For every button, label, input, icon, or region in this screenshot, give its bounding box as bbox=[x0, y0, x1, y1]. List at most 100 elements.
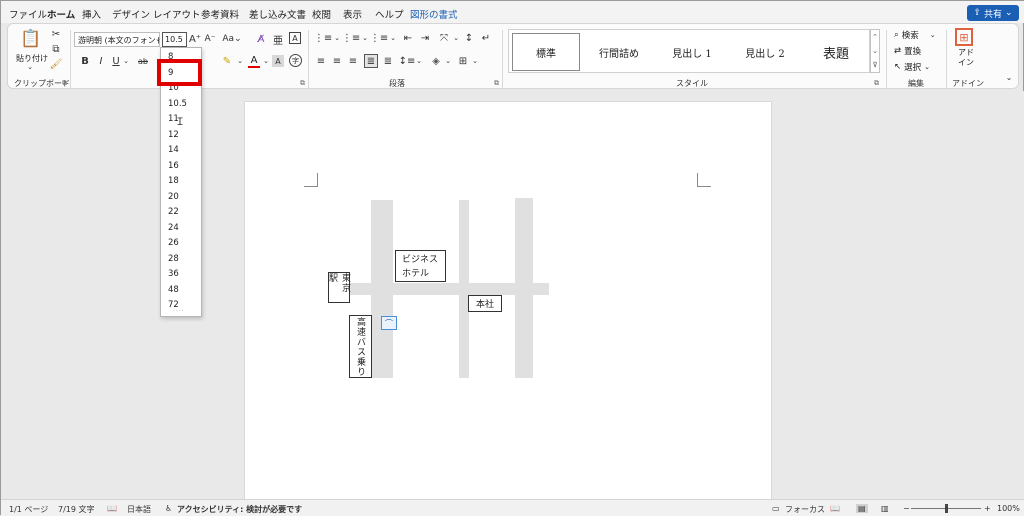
bold-icon[interactable]: B bbox=[80, 55, 90, 67]
select-button[interactable]: ↖ 選択 ⌄ bbox=[894, 61, 930, 73]
highlight-icon[interactable]: ✎ bbox=[220, 55, 234, 67]
font-size-option[interactable]: 12 bbox=[168, 130, 179, 140]
zoom-in-icon[interactable]: + bbox=[984, 504, 991, 513]
read-mode-icon[interactable]: 📖 bbox=[830, 504, 840, 513]
chevron-down-icon[interactable]: ⌄ bbox=[333, 32, 341, 44]
borders-icon[interactable]: ⊞ bbox=[456, 55, 470, 67]
enclose-characters-icon[interactable]: 字 bbox=[289, 54, 302, 67]
character-shading-icon[interactable]: A bbox=[272, 55, 284, 67]
chevron-down-icon[interactable]: ⌄ bbox=[415, 55, 423, 67]
tokyo-station-label[interactable]: 東京駅 bbox=[327, 272, 350, 303]
shading-icon[interactable]: ◈ bbox=[429, 55, 443, 67]
font-size-option[interactable]: 16 bbox=[168, 161, 179, 171]
style-title[interactable]: 表題 bbox=[803, 33, 869, 71]
chevron-down-icon[interactable]: ⌄ bbox=[262, 55, 270, 67]
find-button[interactable]: ⌕ 検索 ⌄ bbox=[894, 29, 936, 41]
chevron-down-icon[interactable]: ⌄ bbox=[452, 32, 460, 44]
more-icon[interactable]: ⊽ bbox=[872, 61, 877, 69]
chevron-down-icon[interactable]: ⌄ bbox=[26, 63, 34, 71]
focus-icon[interactable]: ▭ bbox=[772, 504, 780, 513]
font-color-icon[interactable]: A bbox=[248, 54, 260, 68]
business-hotel-label[interactable]: ビジネス ホテル bbox=[395, 250, 446, 282]
bus-stop-label[interactable]: 高速バス乗り bbox=[349, 315, 372, 378]
show-marks-icon[interactable]: ↵ bbox=[479, 32, 493, 44]
focus-mode-label[interactable]: フォーカス bbox=[785, 504, 825, 515]
document-page[interactable]: 東京駅 ビジネス ホテル 本社 高速バス乗り ⌒ bbox=[244, 101, 772, 501]
font-size-option[interactable]: 36 bbox=[168, 269, 179, 279]
paragraph-launcher-icon[interactable]: ⧉ bbox=[494, 79, 499, 88]
font-size-option[interactable]: 10.5 bbox=[168, 99, 187, 109]
font-size-option[interactable]: 28 bbox=[168, 254, 179, 264]
web-layout-icon[interactable]: ▥ bbox=[881, 504, 889, 513]
chevron-down-icon[interactable]: ⌄ bbox=[236, 55, 244, 67]
font-size-option[interactable]: 20 bbox=[168, 192, 179, 202]
zoom-out-icon[interactable]: − bbox=[903, 504, 910, 513]
styles-scroll[interactable]: ⌃ ⌄ ⊽ bbox=[870, 29, 880, 73]
font-size-option[interactable]: 48 bbox=[168, 285, 179, 295]
italic-icon[interactable]: I bbox=[96, 55, 106, 67]
distributed-icon[interactable]: ≣ bbox=[381, 55, 395, 67]
collapse-ribbon-icon[interactable]: ⌄ bbox=[1004, 72, 1014, 82]
tab-file[interactable]: ファイル bbox=[9, 7, 47, 21]
line-spacing-icon[interactable]: ↕≡ bbox=[399, 55, 416, 67]
chevron-down-icon[interactable]: ⌄ bbox=[361, 32, 369, 44]
numbering-icon[interactable]: ⋮≡ bbox=[342, 32, 360, 44]
tab-view[interactable]: 表示 bbox=[343, 7, 362, 21]
page-count[interactable]: 1/1 ページ bbox=[9, 504, 48, 515]
proofing-icon[interactable]: 📖 bbox=[107, 504, 117, 513]
accessibility-icon[interactable]: ♿ bbox=[165, 504, 172, 513]
align-right-icon[interactable]: ≡ bbox=[346, 55, 360, 67]
justify-icon[interactable]: ≣ bbox=[364, 54, 378, 68]
bullets-icon[interactable]: ⋮≡ bbox=[314, 32, 332, 44]
tab-design[interactable]: デザイン bbox=[112, 7, 150, 21]
layout-options-icon[interactable]: ⌒ bbox=[381, 316, 397, 330]
chevron-down-icon[interactable]: ⌄ bbox=[122, 55, 130, 67]
style-heading-1[interactable]: 見出し 1 bbox=[657, 33, 727, 71]
style-heading-2[interactable]: 見出し 2 bbox=[730, 33, 800, 71]
cut-icon[interactable]: ✂ bbox=[50, 28, 62, 40]
font-name-box[interactable]: 游明朝 (本文のフォント bbox=[74, 32, 160, 47]
clipboard-launcher-icon[interactable]: ⧉ bbox=[62, 79, 67, 88]
print-layout-icon[interactable]: ▤ bbox=[856, 504, 868, 513]
font-size-option[interactable]: 26 bbox=[168, 238, 179, 248]
tab-references[interactable]: 参考資料 bbox=[201, 7, 239, 21]
zoom-slider-thumb[interactable] bbox=[945, 504, 948, 513]
head-office-label[interactable]: 本社 bbox=[468, 295, 502, 312]
font-size-option[interactable]: 24 bbox=[168, 223, 179, 233]
copy-icon[interactable]: ⧉ bbox=[50, 43, 62, 55]
clipboard-icon[interactable]: 📋 bbox=[20, 28, 42, 50]
font-size-option[interactable]: 18 bbox=[168, 176, 179, 186]
tab-mailings[interactable]: 差し込み文書 bbox=[249, 7, 306, 21]
resize-grip-icon[interactable]: ···· bbox=[173, 308, 185, 315]
tab-insert[interactable]: 挿入 bbox=[82, 7, 101, 21]
chevron-down-icon[interactable]: ⌄ bbox=[872, 47, 878, 55]
underline-icon[interactable]: U bbox=[111, 55, 121, 67]
language-status[interactable]: 日本語 bbox=[127, 504, 151, 515]
tab-layout[interactable]: レイアウト bbox=[153, 7, 201, 21]
multilevel-list-icon[interactable]: ⋮≡ bbox=[370, 32, 388, 44]
addins-icon[interactable]: ⊞ bbox=[955, 28, 973, 46]
styles-launcher-icon[interactable]: ⧉ bbox=[874, 79, 879, 88]
strikethrough-icon[interactable]: ab bbox=[136, 55, 150, 67]
clear-formatting-icon[interactable]: A̸ bbox=[254, 32, 268, 46]
word-count[interactable]: 7/19 文字 bbox=[58, 504, 95, 515]
change-case-icon[interactable]: Aa⌄ bbox=[222, 32, 242, 46]
tab-home[interactable]: ホーム bbox=[47, 7, 76, 26]
align-center-icon[interactable]: ≡ bbox=[330, 55, 344, 67]
text-direction-icon[interactable]: ⤧ bbox=[437, 32, 451, 44]
accessibility-status[interactable]: アクセシビリティ: 検討が必要です bbox=[177, 504, 302, 515]
shrink-font-icon[interactable]: A⁻ bbox=[204, 32, 216, 46]
chevron-down-icon[interactable]: ⌄ bbox=[471, 55, 479, 67]
character-border-icon[interactable]: A bbox=[289, 32, 301, 44]
decrease-indent-icon[interactable]: ⇤ bbox=[401, 32, 415, 44]
increase-indent-icon[interactable]: ⇥ bbox=[418, 32, 432, 44]
road-horizontal[interactable] bbox=[345, 283, 549, 295]
tab-review[interactable]: 校閲 bbox=[312, 7, 331, 21]
zoom-level[interactable]: 100% bbox=[997, 504, 1020, 513]
font-size-option[interactable]: 14 bbox=[168, 145, 179, 155]
chevron-down-icon[interactable]: ⌄ bbox=[154, 34, 162, 44]
align-left-icon[interactable]: ≡ bbox=[314, 55, 328, 67]
phonetic-guide-icon[interactable]: 亜 bbox=[271, 32, 285, 47]
format-painter-icon[interactable]: 🖌 bbox=[50, 58, 63, 70]
style-no-spacing[interactable]: 行間詰め bbox=[584, 33, 654, 71]
